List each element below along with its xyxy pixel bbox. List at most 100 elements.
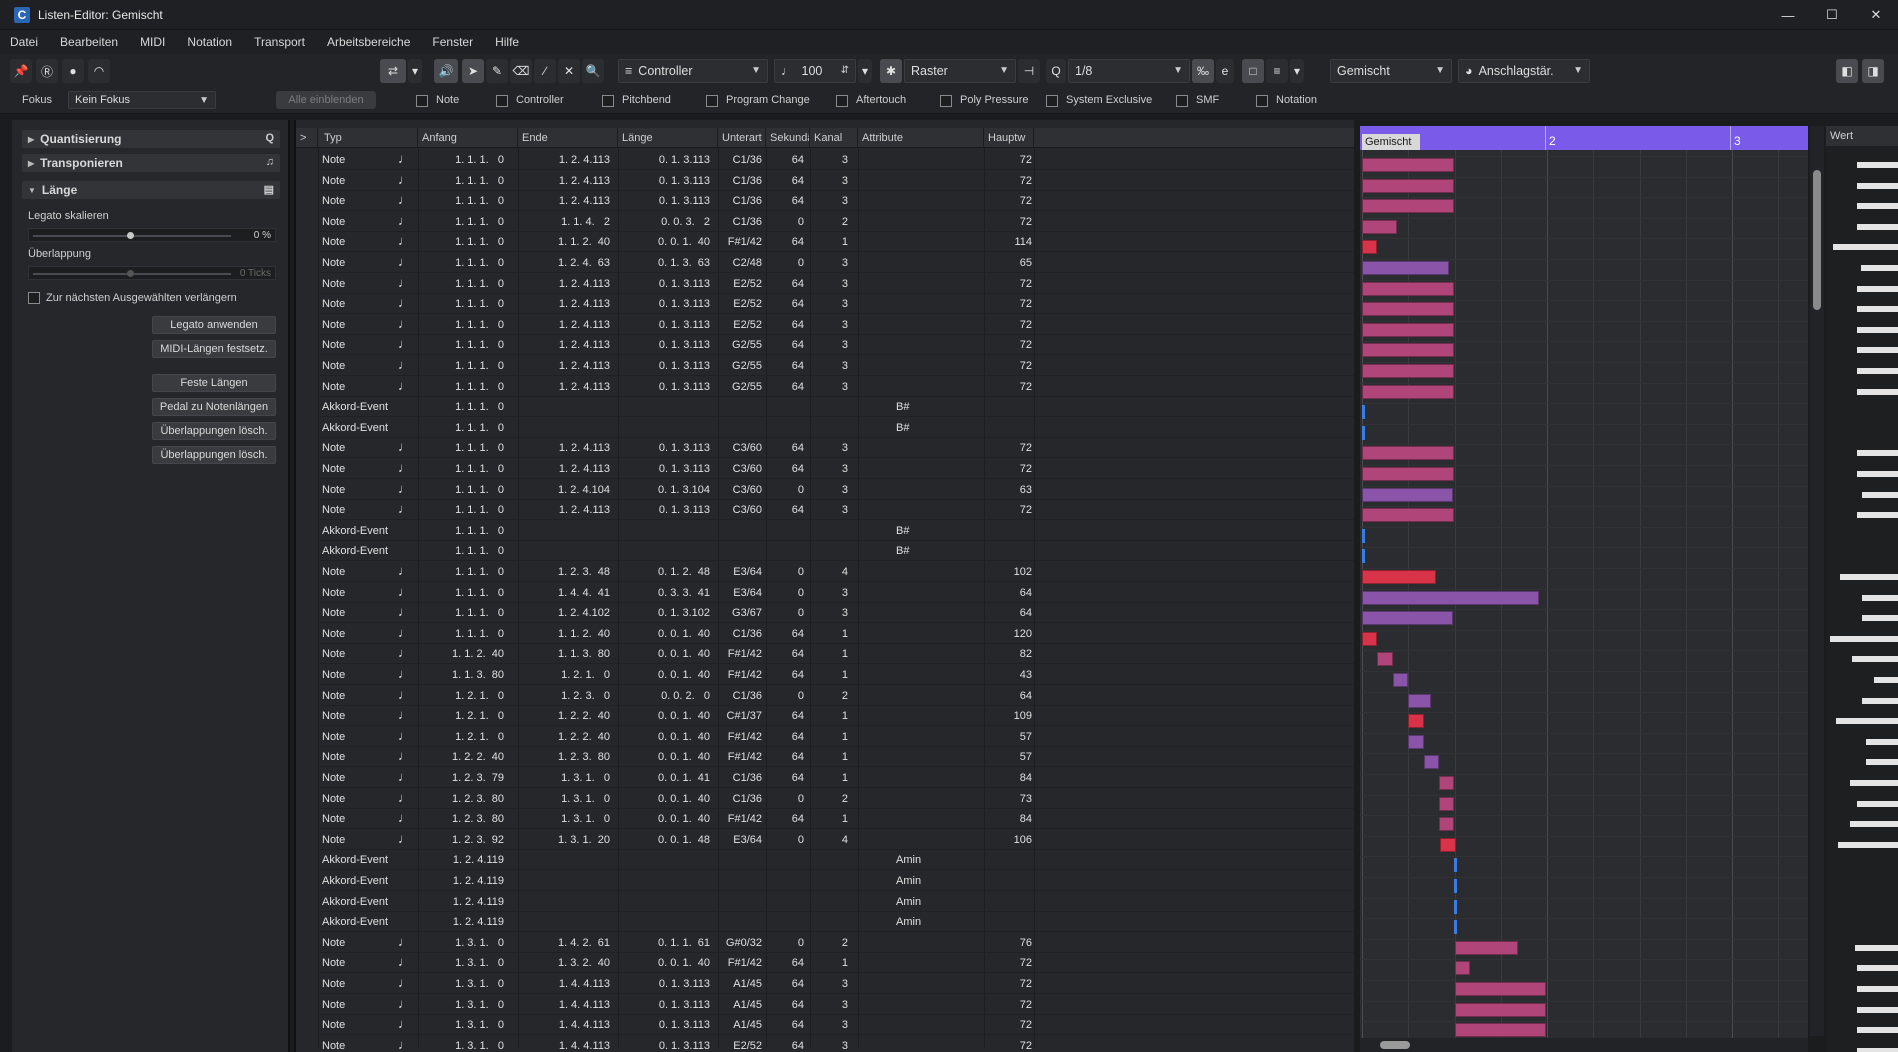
velocity-value-bar[interactable] bbox=[1857, 512, 1898, 519]
table-row[interactable]: Akkord-Event 1. 2. 4.119 Amin bbox=[320, 850, 1354, 871]
cell-attribute[interactable] bbox=[896, 257, 976, 271]
cell-anfang[interactable]: 1. 1. 1. 0 bbox=[420, 381, 504, 395]
cell-sekundaer[interactable]: 64 bbox=[766, 442, 804, 456]
cell-attribute[interactable]: B# bbox=[896, 545, 976, 559]
cell-unterart[interactable]: G2/55 bbox=[716, 381, 762, 395]
section-laenge[interactable]: ▼ Länge ▤ bbox=[22, 181, 280, 199]
cell-anfang[interactable]: 1. 1. 1. 0 bbox=[420, 607, 504, 621]
cell-laenge[interactable] bbox=[614, 525, 710, 539]
note-event-bar[interactable] bbox=[1362, 384, 1454, 399]
cell-unterart[interactable]: E2/52 bbox=[716, 1040, 762, 1052]
cell-laenge[interactable]: 0. 1. 3.113 bbox=[614, 381, 710, 395]
cell-unterart[interactable]: F#1/42 bbox=[716, 813, 762, 827]
column-laenge[interactable]: Länge bbox=[618, 128, 718, 148]
cell-ende[interactable]: 1. 2. 4.113 bbox=[514, 319, 610, 333]
cell-unterart[interactable] bbox=[716, 854, 762, 868]
cell-hauptwert[interactable]: 76 bbox=[982, 937, 1032, 951]
cell-anfang[interactable]: 1. 1. 1. 0 bbox=[420, 216, 504, 230]
cell-ende[interactable]: 1. 2. 4.113 bbox=[514, 278, 610, 292]
note-event-bar[interactable] bbox=[1362, 199, 1454, 214]
ruler[interactable]: Gemischt 2 3 bbox=[1360, 126, 1808, 150]
cell-attribute[interactable] bbox=[896, 154, 976, 168]
cell-kanal[interactable]: 2 bbox=[808, 793, 848, 807]
cell-attribute[interactable] bbox=[896, 236, 976, 250]
note-event-bar[interactable] bbox=[1454, 982, 1547, 996]
cell-ende[interactable]: 1. 2. 4.113 bbox=[514, 298, 610, 312]
cell-sekundaer[interactable]: 64 bbox=[766, 813, 804, 827]
cell-attribute[interactable] bbox=[896, 587, 976, 601]
cell-kanal[interactable]: 4 bbox=[808, 566, 848, 580]
line-tool-icon[interactable]: ∕ bbox=[534, 59, 556, 83]
cell-anfang[interactable]: 1. 1. 1. 0 bbox=[420, 278, 504, 292]
velocity-value-bar[interactable] bbox=[1857, 368, 1898, 374]
menu-arbeitsbereiche[interactable]: Arbeitsbereiche bbox=[327, 35, 410, 49]
note-event-bar[interactable] bbox=[1392, 673, 1409, 687]
cell-laenge[interactable]: 0. 0. 1. 40 bbox=[614, 731, 710, 745]
cell-attribute[interactable] bbox=[896, 710, 976, 724]
cell-laenge[interactable]: 0. 0. 3. 2 bbox=[614, 216, 710, 230]
cell-anfang[interactable]: 1. 1. 1. 0 bbox=[420, 401, 504, 415]
chord-event-marker[interactable] bbox=[1454, 879, 1458, 893]
velocity-value-bar[interactable] bbox=[1862, 615, 1898, 622]
pointer-tool-icon[interactable]: ➤ bbox=[462, 59, 484, 83]
cell-anfang[interactable]: 1. 2. 3. 92 bbox=[420, 834, 504, 848]
cell-sekundaer[interactable]: 0 bbox=[766, 937, 804, 951]
cell-sekundaer[interactable] bbox=[766, 854, 804, 868]
key-editor-display[interactable]: Gemischt 2 3 bbox=[1360, 126, 1808, 1052]
cell-laenge[interactable]: 0. 0. 1. 41 bbox=[614, 772, 710, 786]
left-zone-icon[interactable]: ◧ bbox=[1836, 59, 1858, 83]
table-row[interactable]: Note ♩ 1. 1. 1. 0 1. 2. 4.113 0. 1. 3.113 C3/… bbox=[320, 500, 1354, 521]
cell-ende[interactable]: 1. 2. 4.104 bbox=[514, 484, 610, 498]
cell-hauptwert[interactable]: 114 bbox=[982, 236, 1032, 250]
column-typ[interactable]: Typ bbox=[320, 128, 418, 148]
cell-unterart[interactable]: F#1/42 bbox=[716, 731, 762, 745]
cell-ende[interactable]: 1. 4. 4.113 bbox=[514, 1040, 610, 1052]
cell-sekundaer[interactable]: 64 bbox=[766, 278, 804, 292]
cell-kanal[interactable]: 3 bbox=[808, 1040, 848, 1052]
cell-laenge[interactable]: 0. 1. 3.113 bbox=[614, 1019, 710, 1033]
cell-hauptwert[interactable]: 72 bbox=[982, 381, 1032, 395]
legato-apply-button[interactable]: Legato anwenden bbox=[152, 316, 276, 334]
table-row[interactable]: Note ♩ 1. 1. 1. 0 1. 2. 4.113 0. 1. 3.113 E2/… bbox=[320, 274, 1354, 294]
cell-ende[interactable]: 1. 3. 1. 0 bbox=[514, 793, 610, 807]
show-part-borders-icon[interactable]: □ bbox=[1242, 59, 1264, 83]
velocity-value-bar[interactable] bbox=[1857, 326, 1898, 333]
cell-sekundaer[interactable]: 64 bbox=[766, 772, 804, 786]
cell-anfang[interactable]: 1. 2. 2. 40 bbox=[420, 751, 504, 765]
cell-attribute[interactable] bbox=[896, 278, 976, 292]
note-event-bar[interactable] bbox=[1408, 693, 1432, 708]
cell-attribute[interactable]: Amin bbox=[896, 875, 976, 889]
cell-unterart[interactable] bbox=[716, 875, 762, 889]
cell-laenge[interactable]: 0. 0. 1. 40 bbox=[614, 710, 710, 724]
velocity-value-bar[interactable] bbox=[1857, 965, 1898, 972]
cell-unterart[interactable]: E3/64 bbox=[716, 566, 762, 580]
note-event-bar[interactable] bbox=[1454, 1023, 1547, 1038]
table-row[interactable]: Note ♩ 1. 1. 3. 80 1. 2. 1. 0 0. 0. 1. 40 F#1… bbox=[320, 665, 1354, 685]
cell-attribute[interactable] bbox=[896, 999, 976, 1013]
cell-anfang[interactable]: 1. 2. 4.119 bbox=[420, 916, 504, 930]
value-column[interactable]: Wert bbox=[1826, 126, 1898, 1052]
cell-laenge[interactable]: 0. 0. 1. 40 bbox=[614, 648, 710, 662]
autoscroll-icon[interactable]: ⇄ bbox=[380, 59, 406, 83]
cell-attribute[interactable] bbox=[896, 484, 976, 498]
table-row[interactable]: Akkord-Event 1. 1. 1. 0 B# bbox=[320, 541, 1354, 562]
table-row[interactable]: Akkord-Event 1. 2. 4.119 Amin bbox=[320, 871, 1354, 891]
note-event-bar[interactable] bbox=[1454, 1002, 1547, 1017]
cell-unterart[interactable]: C1/36 bbox=[716, 628, 762, 642]
cell-anfang[interactable]: 1. 2. 3. 80 bbox=[420, 813, 504, 827]
part-select[interactable]: Gemischt ▼ bbox=[1330, 59, 1452, 83]
fixed-lengths-button[interactable]: Feste Längen bbox=[152, 374, 276, 392]
cell-sekundaer[interactable] bbox=[766, 916, 804, 930]
cell-unterart[interactable]: C1/36 bbox=[716, 793, 762, 807]
cell-hauptwert[interactable]: 72 bbox=[982, 1019, 1032, 1033]
table-row[interactable]: Note ♩ 1. 2. 3. 92 1. 3. 1. 20 0. 0. 1. 48 E3… bbox=[320, 830, 1354, 850]
note-event-bar[interactable] bbox=[1362, 508, 1454, 523]
cell-attribute[interactable]: B# bbox=[896, 401, 976, 415]
cell-attribute[interactable]: B# bbox=[896, 525, 976, 539]
column-unterart[interactable]: Unterart bbox=[718, 128, 766, 148]
column-sekundaer[interactable]: Sekundär bbox=[766, 128, 810, 148]
pencil-tool-icon[interactable]: ✎ bbox=[486, 59, 508, 83]
cell-anfang[interactable]: 1. 1. 1. 0 bbox=[420, 195, 504, 209]
note-event-bar[interactable] bbox=[1454, 940, 1519, 955]
note-event-bar[interactable] bbox=[1362, 611, 1453, 626]
